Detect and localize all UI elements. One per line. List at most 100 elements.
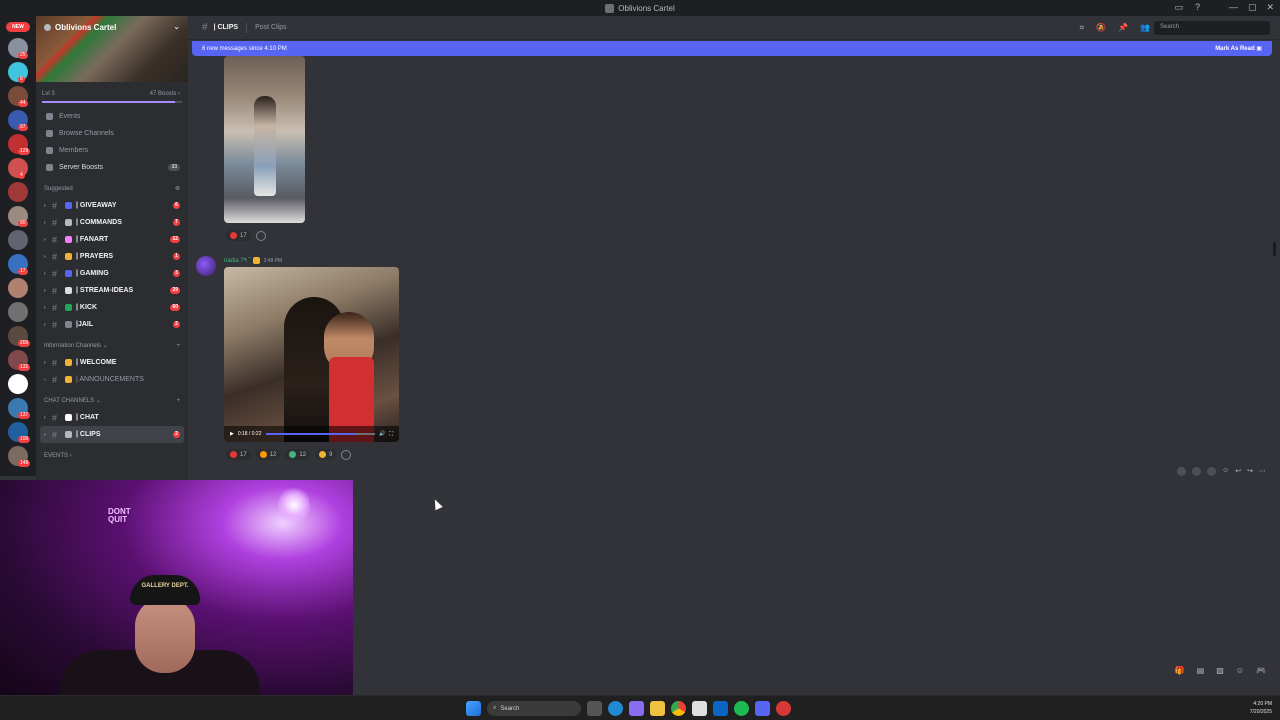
reaction[interactable]: 17 xyxy=(226,230,251,241)
channel-item[interactable]: › # | CLIPS 2 xyxy=(40,426,184,443)
video-player[interactable]: ▶ 0:18 / 0:22 🔊 ⛶ xyxy=(224,267,399,442)
reaction[interactable]: 17 xyxy=(226,449,251,460)
nav-item-browse-channels[interactable]: Browse Channels xyxy=(36,125,188,142)
hash-icon: # xyxy=(52,319,58,330)
scrollbar[interactable] xyxy=(1273,242,1276,256)
channel-item[interactable]: › # | CHAT xyxy=(40,409,184,426)
close-button[interactable]: ✕ xyxy=(1266,2,1274,13)
reaction-count: 12 xyxy=(299,451,307,458)
channel-item[interactable]: › # |JAIL 2 xyxy=(40,316,184,333)
member-list-icon[interactable]: 👥 xyxy=(1140,23,1150,33)
gift-icon[interactable]: 🎁 xyxy=(1175,666,1185,675)
outlook-icon[interactable] xyxy=(713,701,728,716)
category-info[interactable]: Information Channels ⌄ + xyxy=(36,337,188,354)
channel-item[interactable]: › # | WELCOME xyxy=(40,354,184,371)
spotify-icon[interactable] xyxy=(734,701,749,716)
task-view-icon[interactable] xyxy=(587,701,602,716)
server-name[interactable]: Oblivions Cartel xyxy=(44,23,116,32)
channel-item[interactable]: › # | PRAYERS 1 xyxy=(40,248,184,265)
add-channel-icon[interactable]: + xyxy=(176,343,180,349)
channel-name: | GIVEAWAY xyxy=(76,202,117,209)
channel-item[interactable]: › # | ANNOUNCEMENTS xyxy=(40,371,184,388)
add-reaction-icon[interactable] xyxy=(341,449,352,460)
inbox-icon[interactable]: ▭ xyxy=(1174,2,1183,13)
start-icon[interactable] xyxy=(466,701,481,716)
file-explorer-icon[interactable] xyxy=(650,701,665,716)
search-input[interactable]: Search xyxy=(1154,21,1270,35)
hash-icon: # xyxy=(52,412,58,423)
channel-item[interactable]: › # | STREAM-IDEAS 29 xyxy=(40,282,184,299)
help-icon[interactable]: ? xyxy=(1195,2,1200,13)
apps-icon[interactable]: 🎮 xyxy=(1256,666,1266,675)
webcam-overlay: DONT QUIT GALLERY DEPT. xyxy=(0,480,353,695)
dismiss-icon[interactable]: ⊗ xyxy=(175,185,180,192)
mark-as-read-button[interactable]: Mark As Read ▣ xyxy=(1215,45,1262,52)
more-icon[interactable]: ⋯ xyxy=(1259,467,1266,476)
discord-icon[interactable] xyxy=(755,701,770,716)
add-reaction-icon[interactable] xyxy=(255,230,266,241)
taskbar-search[interactable]: ⌕ Search xyxy=(487,701,581,716)
reply-icon[interactable]: ↩ xyxy=(1235,467,1241,476)
unread-badge: 3 xyxy=(173,270,180,277)
channel-item[interactable]: › # | GAMING 3 xyxy=(40,265,184,282)
channel-name: | ANNOUNCEMENTS xyxy=(76,376,144,383)
server-icon[interactable] xyxy=(8,302,28,322)
server-icon[interactable] xyxy=(8,278,28,298)
play-icon[interactable]: ▶ xyxy=(230,431,234,437)
channel-title: | CLIPS xyxy=(213,24,239,31)
titlebar-tools: ▭ ? xyxy=(1174,2,1200,13)
threads-icon[interactable]: ⌗ xyxy=(1080,23,1085,33)
clock[interactable]: 4:20 PM 7/20/2025 xyxy=(1250,700,1272,716)
reaction-emoji-icon xyxy=(230,232,237,239)
video-seek-bar[interactable] xyxy=(265,433,376,435)
message-image[interactable] xyxy=(224,56,305,223)
chevron-down-icon[interactable]: ⌄ xyxy=(173,22,180,31)
boost-bar xyxy=(42,101,182,103)
nav-item-events[interactable]: Events xyxy=(36,108,188,125)
hash-icon: # xyxy=(52,374,58,385)
gif-icon[interactable]: ▤ xyxy=(1197,666,1205,675)
reaction-skull-icon[interactable] xyxy=(1177,467,1187,476)
store-icon[interactable] xyxy=(692,701,707,716)
channel-header: # | CLIPS Post Clips ⌗ 🔕 📌 👥 Search xyxy=(188,16,1280,40)
reaction[interactable]: 12 xyxy=(255,449,281,460)
server-banner[interactable]: Oblivions Cartel ⌄ xyxy=(36,16,188,82)
chrome-icon[interactable] xyxy=(671,701,686,716)
unread-badge: 29 xyxy=(170,287,180,294)
channel-item[interactable]: › # | FANART 12 xyxy=(40,231,184,248)
forward-icon[interactable]: ↪ xyxy=(1247,467,1253,476)
server-icon[interactable] xyxy=(8,182,28,202)
category-events[interactable]: EVENTS › xyxy=(36,447,188,464)
app-icon[interactable] xyxy=(776,701,791,716)
boost-progress[interactable]: Lvl 3 47 Boosts › xyxy=(36,82,188,106)
notification-bell-icon[interactable]: 🔕 xyxy=(1096,23,1106,33)
nav-item-server-boosts[interactable]: Server Boosts 33 xyxy=(36,159,188,176)
server-icon[interactable] xyxy=(8,374,28,394)
add-channel-icon[interactable]: + xyxy=(176,398,180,404)
channel-item[interactable]: › # | COMMANDS 7 xyxy=(40,214,184,231)
reaction-heart-icon[interactable] xyxy=(1192,467,1202,476)
add-reaction-icon[interactable]: ☺ xyxy=(1222,467,1229,476)
server-icon[interactable] xyxy=(8,230,28,250)
channel-item[interactable]: › # | KICK 60 xyxy=(40,299,184,316)
edge-icon[interactable] xyxy=(608,701,623,716)
author-name[interactable]: nadia ?٩ ̃ xyxy=(224,257,249,264)
pin-icon[interactable]: 📌 xyxy=(1118,23,1128,33)
reaction-smile-icon[interactable] xyxy=(1207,467,1217,476)
volume-icon[interactable]: 🔊 xyxy=(379,431,385,437)
nav-item-members[interactable]: Members xyxy=(36,142,188,159)
category-suggested[interactable]: Suggested ⊗ xyxy=(36,180,188,197)
maximize-button[interactable]: ▢ xyxy=(1248,2,1257,13)
emoji-icon[interactable]: ☺ xyxy=(1236,666,1244,675)
sticker-icon[interactable]: ▧ xyxy=(1216,666,1224,675)
fullscreen-icon[interactable]: ⛶ xyxy=(389,431,393,437)
avatar[interactable] xyxy=(196,256,216,276)
minimize-button[interactable]: — xyxy=(1229,2,1238,13)
category-chat[interactable]: CHAT CHANNELS ⌄ + xyxy=(36,392,188,409)
copilot-icon[interactable] xyxy=(629,701,644,716)
reaction[interactable]: 12 xyxy=(285,449,311,460)
channel-item[interactable]: › # | GIVEAWAY 6 xyxy=(40,197,184,214)
channel-name: | FANART xyxy=(76,236,109,243)
new-messages-bar[interactable]: 6 new messages since 4:10 PM Mark As Rea… xyxy=(192,41,1272,56)
reaction[interactable]: 9 xyxy=(315,449,337,460)
